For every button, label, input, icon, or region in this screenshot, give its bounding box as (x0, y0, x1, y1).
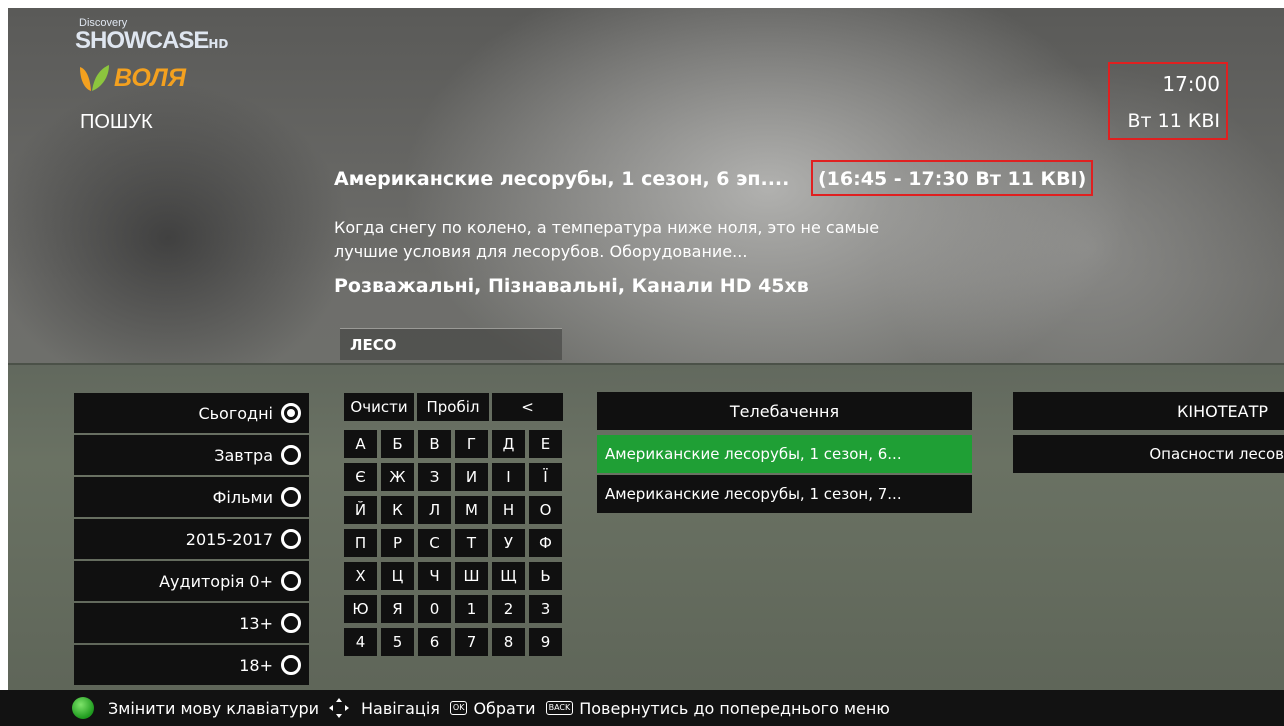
tv-result-item-selected[interactable]: Американские лесорубы, 1 сезон, 6... (597, 435, 972, 473)
filter-today[interactable]: Сьогодні (74, 393, 309, 433)
keyboard-key[interactable]: 1 (455, 595, 488, 623)
keyboard-key[interactable]: А (344, 430, 377, 458)
space-key[interactable]: Пробіл (417, 393, 489, 421)
filter-label: Фільми (212, 487, 273, 507)
filter-films[interactable]: Фільми (74, 477, 309, 517)
program-time-range: (16:45 - 17:30 Вт 11 КВІ) (818, 168, 1087, 190)
filter-tomorrow[interactable]: Завтра (74, 435, 309, 475)
filter-label: 13+ (239, 613, 273, 633)
radio-icon (281, 571, 301, 591)
keyboard-key[interactable]: Щ (492, 562, 525, 590)
tab-cinema[interactable]: КІНОТЕАТР (1013, 392, 1284, 430)
keyboard-key[interactable]: Ю (344, 595, 377, 623)
radio-icon (281, 487, 301, 507)
back-key-icon: BACK (545, 701, 574, 715)
filter-label: Аудиторія 0+ (159, 571, 273, 591)
keyboard-key[interactable]: Н (492, 496, 525, 524)
keyboard-key[interactable]: О (529, 496, 562, 524)
keyboard-key[interactable]: 3 (529, 595, 562, 623)
help-select: Обрати (473, 698, 536, 718)
on-screen-keyboard: Очисти Пробіл < А Б В Г Д Е Є Ж З И І Ї … (344, 393, 563, 678)
program-genre-duration: Розважальні, Пізнавальні, Канали HD 45хв (334, 275, 809, 297)
clock-callout-box: 17:00 Вт 11 КВІ (1108, 62, 1228, 140)
channel-logo: Discovery SHOWCASEHD (75, 18, 228, 53)
keyboard-key[interactable]: Б (381, 430, 414, 458)
keyboard-key[interactable]: Є (344, 463, 377, 491)
keyboard-key[interactable]: 5 (381, 628, 414, 656)
panel-divider (8, 363, 1284, 365)
keyboard-key[interactable]: Е (529, 430, 562, 458)
program-title: Американские лесорубы, 1 сезон, 6 эп.... (334, 168, 790, 190)
keyboard-key[interactable]: 8 (492, 628, 525, 656)
keyboard-key[interactable]: 9 (529, 628, 562, 656)
keyboard-key[interactable]: І (492, 463, 525, 491)
radio-icon (281, 613, 301, 633)
clear-key[interactable]: Очисти (344, 393, 414, 421)
keyboard-key[interactable]: Ф (529, 529, 562, 557)
filter-label: Сьогодні (198, 403, 273, 423)
keyboard-key[interactable]: 0 (418, 595, 451, 623)
keyboard-key[interactable]: К (381, 496, 414, 524)
keyboard-key[interactable]: Ж (381, 463, 414, 491)
keyboard-key[interactable]: Ї (529, 463, 562, 491)
keyboard-key[interactable]: И (455, 463, 488, 491)
radio-icon (281, 445, 301, 465)
help-change-language: Змінити мову клавіатури (108, 698, 319, 718)
keyboard-key[interactable]: Д (492, 430, 525, 458)
clock-date: Вт 11 КВІ (1127, 110, 1221, 132)
keyboard-key[interactable]: Ш (455, 562, 488, 590)
tv-result-item[interactable]: Американские лесорубы, 1 сезон, 7... (597, 475, 972, 513)
radio-selected-icon (281, 403, 301, 423)
clock-time: 17:00 (1162, 72, 1220, 96)
filter-years[interactable]: 2015-2017 (74, 519, 309, 559)
keyboard-key[interactable]: Г (455, 430, 488, 458)
radio-icon (281, 655, 301, 675)
keyboard-key[interactable]: Р (381, 529, 414, 557)
search-input[interactable]: ЛЕСО (340, 328, 562, 360)
navigation-arrows-icon (329, 698, 349, 718)
green-button-icon (72, 697, 94, 719)
provider-logo: ВОЛЯ (76, 63, 186, 93)
help-back: Повернутись до попереднього меню (579, 698, 890, 718)
keyboard-key[interactable]: З (418, 463, 451, 491)
tv-screen: Discovery SHOWCASEHD ВОЛЯ ПОШУК 17:00 Вт… (8, 8, 1284, 690)
provider-logo-text: ВОЛЯ (114, 63, 186, 92)
keyboard-key[interactable]: Л (418, 496, 451, 524)
keyboard-key[interactable]: 7 (455, 628, 488, 656)
channel-logo-main: SHOWCASE (75, 27, 209, 54)
keyboard-key[interactable]: 2 (492, 595, 525, 623)
filter-audience-13[interactable]: 13+ (74, 603, 309, 643)
keyboard-key[interactable]: 6 (418, 628, 451, 656)
filter-label: Завтра (214, 445, 273, 465)
search-query-text: ЛЕСО (350, 336, 397, 354)
keyboard-key[interactable]: У (492, 529, 525, 557)
keyboard-key[interactable]: В (418, 430, 451, 458)
keyboard-key[interactable]: М (455, 496, 488, 524)
ok-key-icon: OK (449, 701, 468, 715)
keyboard-key[interactable]: Ь (529, 562, 562, 590)
leaf-icon (80, 65, 109, 91)
help-bar: Змінити мову клавіатури Навігація OK Обр… (0, 690, 1284, 726)
keyboard-key[interactable]: Х (344, 562, 377, 590)
tab-tv[interactable]: Телебачення (597, 392, 972, 430)
keyboard-key[interactable]: 4 (344, 628, 377, 656)
filter-audience-0[interactable]: Аудиторія 0+ (74, 561, 309, 601)
keyboard-key[interactable]: Я (381, 595, 414, 623)
keyboard-key[interactable]: Ц (381, 562, 414, 590)
cinema-result-item[interactable]: Опасности лесов (1013, 435, 1284, 473)
program-description: Когда снегу по колено, а температура ниж… (334, 218, 880, 261)
filter-audience-18[interactable]: 18+ (74, 645, 309, 685)
keyboard-key[interactable]: Т (455, 529, 488, 557)
backspace-key[interactable]: < (492, 393, 563, 421)
filter-label: 18+ (239, 655, 273, 675)
keyboard-key[interactable]: П (344, 529, 377, 557)
keyboard-key[interactable]: Й (344, 496, 377, 524)
radio-icon (281, 529, 301, 549)
help-navigation: Навігація (361, 698, 440, 718)
filter-label: 2015-2017 (185, 529, 273, 549)
channel-logo-hd: HD (208, 37, 229, 51)
keyboard-key[interactable]: Ч (418, 562, 451, 590)
page-title: ПОШУК (80, 111, 153, 133)
keyboard-key[interactable]: С (418, 529, 451, 557)
